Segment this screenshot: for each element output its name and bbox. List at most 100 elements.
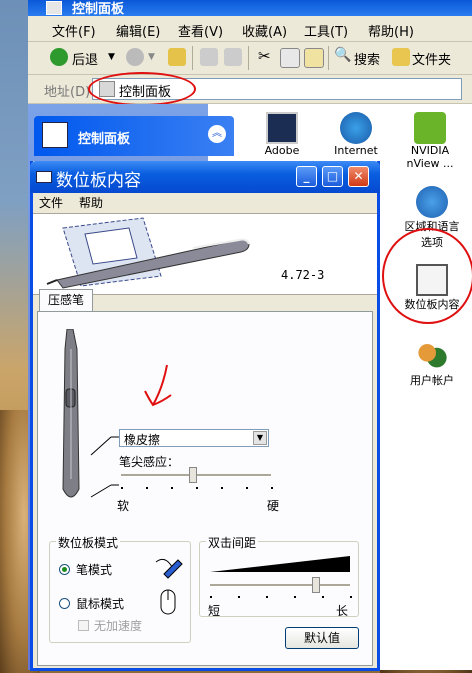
dialog-menubar: 文件 帮助 xyxy=(33,193,377,211)
tab-pressure-pen[interactable]: 压感笔 xyxy=(39,289,93,311)
menu-edit[interactable]: 编辑(E) xyxy=(116,21,160,40)
adobe-gamma-icon xyxy=(266,112,298,144)
soft-label: 软 xyxy=(117,499,130,513)
menu-file[interactable]: 文件(F) xyxy=(52,21,96,40)
search-button[interactable]: 搜索 xyxy=(354,49,380,68)
mouse-mode-label[interactable]: 鼠标模式 xyxy=(76,595,124,612)
adobe-item[interactable]: Adobe xyxy=(242,112,322,157)
slider-tick xyxy=(171,487,173,489)
group-title: 数位板模式 xyxy=(56,534,121,551)
close-button[interactable]: ✕ xyxy=(348,166,369,187)
copy-to-icon[interactable] xyxy=(224,48,242,66)
pen-mode-label[interactable]: 笔模式 xyxy=(76,561,112,578)
group-title: 双击间距 xyxy=(206,534,259,551)
control-panel-icon xyxy=(46,1,62,15)
forward-dropdown-icon[interactable]: ▼ xyxy=(148,52,155,62)
back-arrow-icon[interactable] xyxy=(50,48,68,66)
icon-label: Internet xyxy=(334,144,378,157)
globe-icon xyxy=(416,186,448,218)
menu-view[interactable]: 查看(V) xyxy=(178,21,223,40)
eraser-function-dropdown[interactable]: 橡皮擦 ▼ xyxy=(119,429,269,447)
icon-label: NVIDIA nView ... xyxy=(406,144,454,170)
tablet-icon xyxy=(36,171,52,183)
short-label: 短 xyxy=(208,604,221,618)
chevron-down-icon[interactable]: ▼ xyxy=(253,431,267,445)
slider-tick xyxy=(210,596,212,598)
user-accounts-item[interactable]: 用户帐户 xyxy=(392,340,472,388)
red-annotation-circle xyxy=(382,228,472,324)
pen-side-icon xyxy=(62,329,80,498)
pen-mode-radio[interactable] xyxy=(59,564,70,575)
section-title: 控制面板 xyxy=(78,132,131,147)
dropdown-value: 橡皮擦 xyxy=(124,433,161,447)
slider-tick xyxy=(221,487,223,489)
maximize-button[interactable]: □ xyxy=(322,166,343,187)
icon-label: Adobe xyxy=(264,144,300,157)
back-button[interactable]: 后退 xyxy=(72,49,98,68)
tablet-properties-dialog: 数位板内容 _ □ ✕ 文件 帮助 4.72-3 压感笔 橡皮擦 ▼ 笔尖感应：… xyxy=(30,161,380,671)
red-annotation-arrow xyxy=(144,364,172,407)
minimize-button[interactable]: _ xyxy=(296,166,317,187)
driver-version: 4.72-3 xyxy=(281,268,325,282)
icon-label: 用户帐户 xyxy=(410,374,454,387)
no-acceleration-checkbox[interactable] xyxy=(78,620,89,631)
control-panel-section-header[interactable]: 控制面板 ︽ xyxy=(34,116,234,156)
paste-icon[interactable] xyxy=(304,48,324,68)
move-to-icon[interactable] xyxy=(200,48,218,66)
slider-tick xyxy=(121,487,123,489)
folders-button[interactable]: 文件夹 xyxy=(412,49,451,68)
users-icon xyxy=(416,340,448,372)
default-button[interactable]: 默认值 xyxy=(285,627,359,649)
dialog-menu-file[interactable]: 文件 xyxy=(39,194,63,211)
slider-tick xyxy=(322,596,324,598)
slider-tick xyxy=(271,487,273,489)
pen-mode-icon xyxy=(155,558,183,579)
explorer-title: 控制面板 xyxy=(72,2,125,17)
internet-globe-icon xyxy=(340,112,372,144)
internet-options-item[interactable]: Internet xyxy=(316,112,396,157)
tip-feel-label: 笔尖感应： xyxy=(119,455,180,469)
dialog-menu-help[interactable]: 帮助 xyxy=(79,194,103,211)
long-label: 长 xyxy=(336,604,349,618)
dialog-title: 数位板内容 xyxy=(56,171,141,191)
dialog-titlebar[interactable]: 数位板内容 _ □ ✕ xyxy=(30,161,380,193)
explorer-toolbar: 后退 ▼ ▼ ✂ 🔍 搜索 文件夹 xyxy=(28,42,472,75)
mouse-mode-radio[interactable] xyxy=(59,598,70,609)
control-panel-icon xyxy=(42,122,68,148)
menu-tools[interactable]: 工具(T) xyxy=(304,21,348,40)
tip-feel-slider-thumb[interactable] xyxy=(189,467,197,483)
explorer-menubar: 文件(F) 编辑(E) 查看(V) 收藏(A) 工具(T) 帮助(H) xyxy=(28,16,472,42)
collapse-chevron-icon[interactable]: ︽ xyxy=(208,125,226,143)
copy-icon[interactable] xyxy=(280,48,300,68)
slider-tick xyxy=(196,487,198,489)
firm-label: 硬 xyxy=(267,499,280,513)
toolbar-separator xyxy=(248,46,249,70)
folders-icon[interactable] xyxy=(392,48,410,66)
menu-help[interactable]: 帮助(H) xyxy=(368,21,414,40)
slider-tick xyxy=(146,487,148,489)
nvidia-item[interactable]: NVIDIA nView ... xyxy=(390,112,470,170)
toolbar-separator xyxy=(192,46,193,70)
search-icon[interactable]: 🔍 xyxy=(334,47,351,63)
toolbar-separator xyxy=(328,46,329,70)
tablet-mode-group: 数位板模式 笔模式 鼠标模式 无加速度 xyxy=(49,534,191,643)
red-annotation-circle xyxy=(88,72,196,106)
forward-arrow-icon[interactable] xyxy=(126,48,144,66)
address-label: 地址(D) xyxy=(44,85,91,100)
slider-tick xyxy=(350,596,352,598)
callout-lines xyxy=(90,436,119,498)
back-dropdown-icon[interactable]: ▼ xyxy=(108,52,115,62)
mouse-icon xyxy=(160,589,176,615)
tablet-pen-illustration xyxy=(46,217,250,289)
explorer-titlebar[interactable]: 控制面板 xyxy=(28,0,472,17)
slider-tick xyxy=(294,596,296,598)
double-click-slider-thumb[interactable] xyxy=(312,577,321,593)
slider-tick xyxy=(238,596,240,598)
double-click-slider-track[interactable] xyxy=(210,584,350,587)
cut-icon[interactable]: ✂ xyxy=(258,47,271,65)
menu-favorites[interactable]: 收藏(A) xyxy=(242,21,287,40)
up-folder-icon[interactable] xyxy=(168,48,186,66)
slider-tick xyxy=(266,596,268,598)
no-acceleration-label: 无加速度 xyxy=(94,619,143,633)
distance-wedge xyxy=(210,556,350,572)
